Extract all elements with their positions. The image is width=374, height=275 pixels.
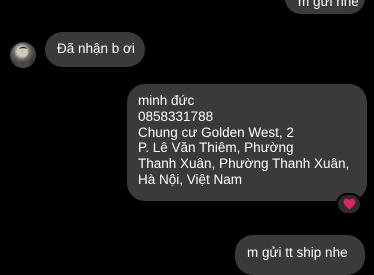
outgoing-message-bubble[interactable]: m gửi tt ship nhe	[235, 235, 365, 275]
address-message-bubble[interactable]: minh đức 0858331788 Chung cư Golden West…	[127, 84, 367, 201]
incoming-message-bubble[interactable]: Đã nhận b ơi	[45, 32, 145, 67]
chat-thread: m gửi nhé Đã nhận b ơi minh đức 08583317…	[0, 0, 374, 275]
message-reaction[interactable]	[336, 193, 362, 215]
heart-icon	[343, 198, 355, 210]
contact-avatar[interactable]	[10, 42, 36, 68]
avatar-image	[14, 46, 32, 67]
outgoing-message-bubble[interactable]: m gửi nhé	[285, 0, 365, 14]
